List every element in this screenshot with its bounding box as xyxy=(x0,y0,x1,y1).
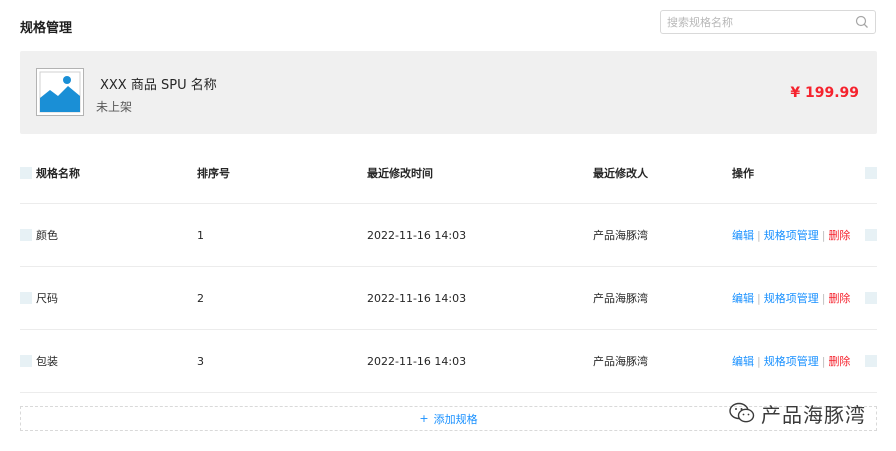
search-icon[interactable] xyxy=(855,15,869,29)
spec-table: 规格名称 排序号 最近修改时间 最近修改人 操作 颜色 1 2022-11-16… xyxy=(20,142,877,393)
header-checkbox-right[interactable] xyxy=(865,166,877,179)
edit-link[interactable]: 编辑 xyxy=(732,353,754,369)
spec-modified-time: 2022-11-16 14:03 xyxy=(367,228,467,242)
spec-modified-time: 2022-11-16 14:03 xyxy=(367,354,467,368)
manage-items-link[interactable]: 规格项管理 xyxy=(764,353,819,369)
search-box[interactable] xyxy=(660,10,876,34)
wechat-icon xyxy=(729,402,755,423)
watermark-text: 产品海豚湾 xyxy=(761,402,866,427)
add-spec-label: 添加规格 xyxy=(433,412,478,426)
spec-name: 颜色 xyxy=(36,229,58,242)
row-actions: 编辑 | 规格项管理 | 删除 xyxy=(732,330,850,392)
manage-items-link[interactable]: 规格项管理 xyxy=(764,290,819,306)
spec-name: 包装 xyxy=(36,355,58,368)
column-header-name: 规格名称 xyxy=(36,166,80,180)
edit-link[interactable]: 编辑 xyxy=(732,227,754,243)
spec-order: 2 xyxy=(197,291,204,305)
spec-order: 3 xyxy=(197,354,204,368)
watermark: 产品海豚湾 xyxy=(729,397,866,429)
column-header-actions: 操作 xyxy=(732,166,754,180)
column-header-user: 最近修改人 xyxy=(593,166,648,180)
delete-link[interactable]: 删除 xyxy=(828,227,850,243)
action-separator: | xyxy=(757,228,761,242)
action-separator: | xyxy=(757,354,761,368)
delete-link[interactable]: 删除 xyxy=(828,353,850,369)
row-checkbox-right[interactable] xyxy=(865,229,877,241)
table-row: 尺码 2 2022-11-16 14:03 产品海豚湾 编辑 | 规格项管理 |… xyxy=(20,267,877,330)
table-header-row: 规格名称 排序号 最近修改时间 最近修改人 操作 xyxy=(20,142,877,204)
column-header-time: 最近修改时间 xyxy=(367,166,433,180)
page-title: 规格管理 xyxy=(20,21,73,36)
action-separator: | xyxy=(821,354,826,368)
image-placeholder-icon xyxy=(36,68,84,116)
select-all-checkbox[interactable] xyxy=(20,166,32,179)
search-input[interactable] xyxy=(667,11,847,33)
product-status: 未上架 xyxy=(96,100,133,114)
product-card: XXX 商品 SPU 名称 未上架 ¥ 199.99 xyxy=(20,51,877,134)
action-separator: | xyxy=(821,228,826,242)
spec-modified-time: 2022-11-16 14:03 xyxy=(367,291,467,305)
table-row: 包装 3 2022-11-16 14:03 产品海豚湾 编辑 | 规格项管理 |… xyxy=(20,330,877,393)
table-row: 颜色 1 2022-11-16 14:03 产品海豚湾 编辑 | 规格项管理 |… xyxy=(20,204,877,267)
row-actions: 编辑 | 规格项管理 | 删除 xyxy=(732,204,850,266)
spec-modified-user: 产品海豚湾 xyxy=(593,292,648,305)
row-actions: 编辑 | 规格项管理 | 删除 xyxy=(732,267,850,329)
column-header-order: 排序号 xyxy=(197,166,230,180)
delete-link[interactable]: 删除 xyxy=(828,290,850,306)
product-name: XXX 商品 SPU 名称 xyxy=(100,78,217,93)
spec-modified-user: 产品海豚湾 xyxy=(593,229,648,242)
action-separator: | xyxy=(757,291,761,305)
spec-name: 尺码 xyxy=(36,292,58,305)
action-separator: | xyxy=(821,291,826,305)
row-checkbox[interactable] xyxy=(20,355,32,367)
edit-link[interactable]: 编辑 xyxy=(732,290,754,306)
row-checkbox[interactable] xyxy=(20,292,32,304)
plus-icon: + xyxy=(419,412,429,425)
spec-order: 1 xyxy=(197,228,204,242)
spec-modified-user: 产品海豚湾 xyxy=(593,355,648,368)
row-checkbox-right[interactable] xyxy=(865,292,877,304)
row-checkbox[interactable] xyxy=(20,229,32,241)
product-price: ¥ 199.99 xyxy=(790,85,859,101)
row-checkbox-right[interactable] xyxy=(865,355,877,367)
manage-items-link[interactable]: 规格项管理 xyxy=(764,227,819,243)
